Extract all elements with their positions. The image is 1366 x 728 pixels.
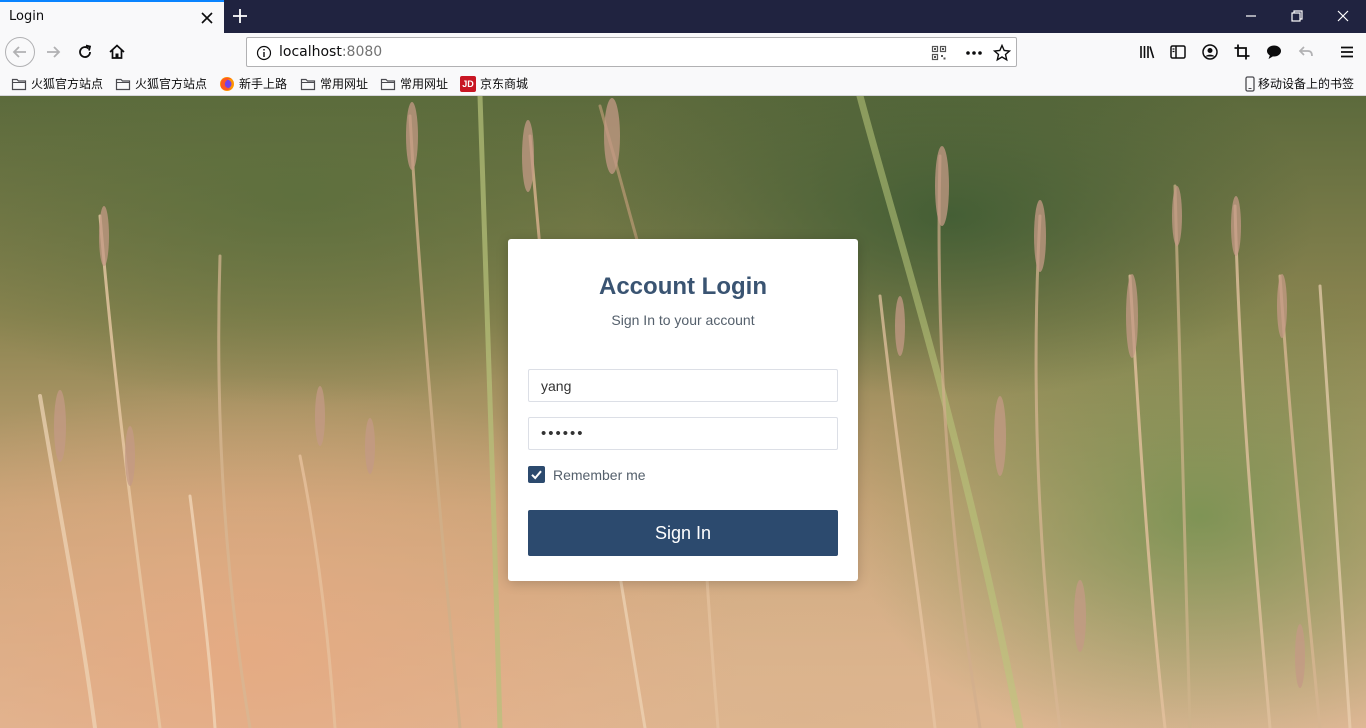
remember-me-checkbox[interactable]: [528, 466, 545, 483]
password-input[interactable]: ••••••: [528, 417, 838, 450]
bookmark-label: 新手上路: [239, 77, 288, 91]
navigation-toolbar: localhost:8080: [0, 33, 1366, 71]
folder-icon: [115, 78, 131, 90]
library-icon: [1140, 46, 1155, 59]
page-content: Account Login Sign In to your account ya…: [0, 96, 1366, 728]
restore-icon[interactable]: [1289, 8, 1305, 24]
firefox-icon: [220, 76, 234, 91]
minimize-icon[interactable]: [1243, 8, 1259, 24]
bookmark-star-icon[interactable]: [993, 44, 1011, 62]
bookmark-label: 火狐官方站点: [135, 77, 208, 91]
remember-me-label[interactable]: Remember me: [553, 467, 646, 483]
page-actions-icon[interactable]: [965, 44, 983, 62]
tab-strip: Login: [0, 0, 1366, 33]
url-bar[interactable]: localhost:8080: [246, 37, 1017, 67]
home-button[interactable]: [103, 38, 131, 66]
page-title: Account Login: [599, 273, 767, 300]
back-button[interactable]: [5, 37, 35, 67]
folder-icon: [300, 78, 316, 90]
mobile-device-icon: [1245, 75, 1255, 92]
crop-icon: [1234, 44, 1250, 60]
bookmark-label: 京东商城: [480, 77, 529, 91]
close-icon[interactable]: [199, 10, 215, 26]
page-subtitle: Sign In to your account: [611, 312, 755, 328]
library-button[interactable]: [1133, 38, 1161, 66]
chat-button[interactable]: [1260, 38, 1288, 66]
reload-button[interactable]: [71, 38, 99, 66]
chat-bubble-icon: [1267, 45, 1281, 59]
window-close-icon[interactable]: [1335, 8, 1351, 24]
forward-button[interactable]: [39, 38, 67, 66]
undo-icon: [1298, 46, 1313, 57]
mobile-bookmarks-label: 移动设备上的书签: [1258, 77, 1355, 91]
account-button[interactable]: [1196, 38, 1224, 66]
info-icon[interactable]: [255, 44, 273, 62]
jd-icon: JD: [460, 75, 476, 92]
bookmark-item[interactable]: 新手上路: [219, 75, 287, 92]
reload-icon: [79, 44, 92, 58]
bookmarks-toolbar: 火狐官方站点 火狐官方站点 新手上路 常用网址 常用网址 JD 京东商城 移动设…: [0, 71, 1366, 96]
bookmark-label: 火狐官方站点: [31, 77, 104, 91]
account-icon: [1202, 44, 1218, 60]
folder-icon: [11, 78, 27, 90]
tab-login[interactable]: Login: [0, 0, 224, 33]
bookmark-item[interactable]: 火狐官方站点: [115, 75, 207, 92]
remember-me-row[interactable]: Remember me: [528, 466, 646, 483]
bookmark-item[interactable]: 火狐官方站点: [11, 75, 103, 92]
back-arrow-icon: [12, 46, 26, 58]
bookmark-item[interactable]: 常用网址: [380, 75, 448, 92]
sign-in-button[interactable]: Sign In: [528, 510, 838, 556]
tab-title: Login: [9, 9, 45, 24]
screenshot-button[interactable]: [1228, 38, 1256, 66]
sidebar-button[interactable]: [1164, 38, 1192, 66]
url-port: :8080: [341, 44, 383, 60]
login-card: Account Login Sign In to your account ya…: [508, 239, 858, 581]
mobile-bookmarks[interactable]: 移动设备上的书签: [1245, 75, 1354, 92]
folder-icon: [380, 78, 396, 90]
username-input[interactable]: yang: [528, 369, 838, 402]
menu-button[interactable]: [1333, 38, 1361, 66]
new-tab-icon[interactable]: [231, 7, 249, 25]
checkmark-icon: [531, 470, 542, 480]
bookmark-label: 常用网址: [400, 77, 449, 91]
bookmark-item[interactable]: 常用网址: [300, 75, 368, 92]
bookmark-item[interactable]: JD 京东商城: [460, 75, 528, 92]
qr-code-icon[interactable]: [930, 44, 948, 62]
undo-button[interactable]: [1292, 38, 1320, 66]
hamburger-menu-icon: [1341, 46, 1353, 58]
bookmark-label: 常用网址: [320, 77, 369, 91]
forward-arrow-icon: [47, 46, 61, 58]
url-host: localhost: [279, 44, 342, 60]
home-icon: [109, 44, 125, 59]
sidebar-icon: [1170, 45, 1186, 59]
url-text[interactable]: localhost:8080: [279, 44, 382, 60]
